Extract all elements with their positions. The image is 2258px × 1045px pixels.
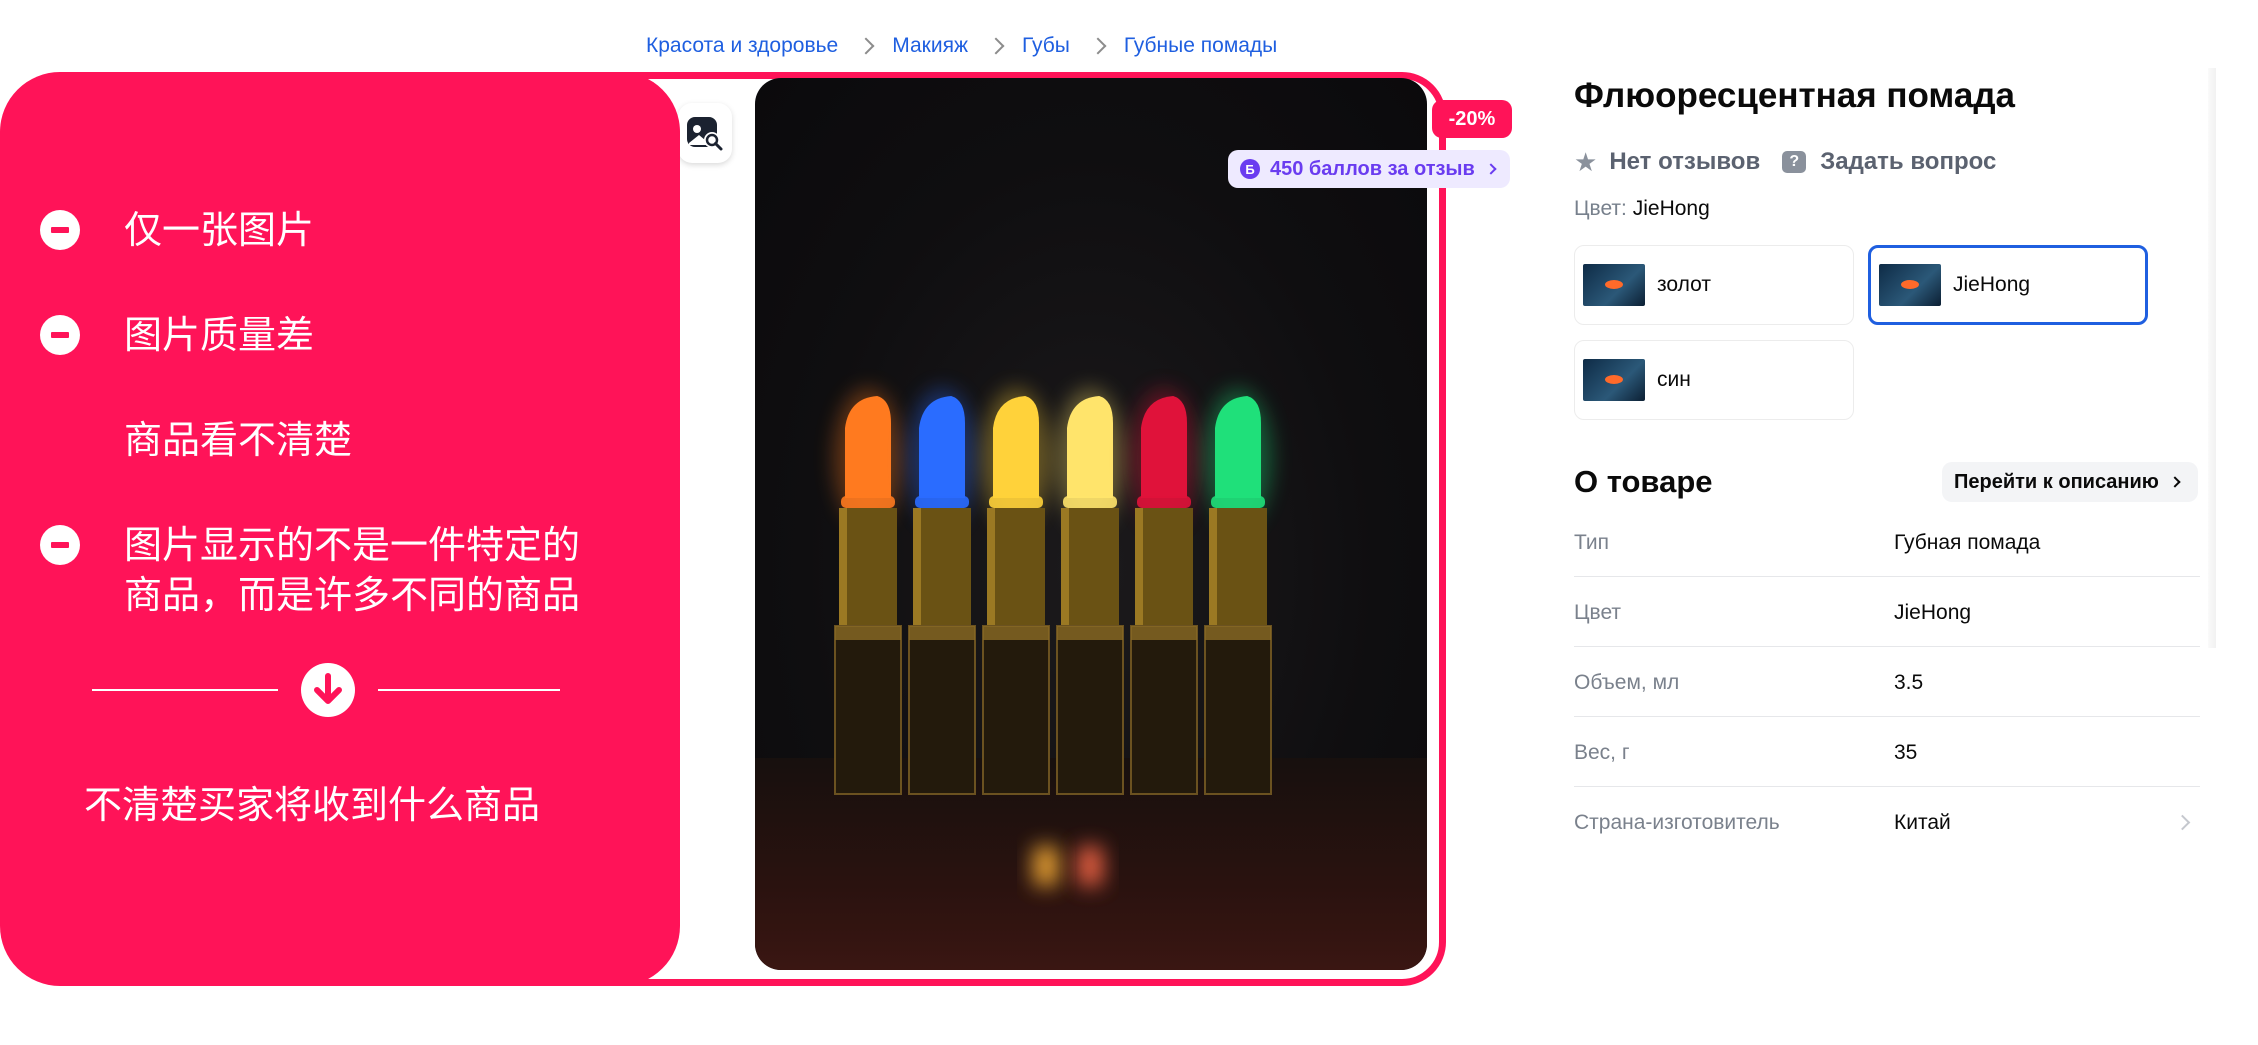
issue-text: 仅一张图片 [124, 208, 315, 252]
property-value: 35 [1894, 741, 1918, 764]
property-value: Китай [1894, 811, 1951, 834]
minus-circle-icon [40, 315, 80, 355]
annotation-conclusion: 不清楚买家将收到什么商品 [84, 783, 541, 827]
chevron-right-icon [2169, 476, 2181, 488]
go-to-description-label: Перейти к описанию [1954, 470, 2159, 493]
chevron-right-icon [857, 37, 875, 55]
review-bonus-badge[interactable]: Б 450 баллов за отзыв [1228, 150, 1510, 188]
page-edge-shadow [2208, 68, 2216, 648]
color-label-key: Цвет: [1574, 197, 1627, 220]
reviews-link[interactable]: Нет отзывов [1609, 148, 1760, 176]
issue-item: 图片显示的不是一件特定的 商品，而是许多不同的商品 [40, 520, 580, 620]
arrow-down-circle-icon [301, 663, 355, 717]
swatch-label: син [1657, 368, 1691, 391]
question-icon: ? [1782, 151, 1807, 173]
go-to-description-button[interactable]: Перейти к описанию [1942, 462, 2198, 502]
lipstick [982, 388, 1050, 795]
swatch-label: JieHong [1953, 273, 2031, 296]
issue-text: 图片质量差 [124, 313, 315, 357]
property-key: Вес, г [1574, 741, 1630, 764]
lipstick-illustration [834, 388, 1272, 886]
lipstick-reflection [1077, 846, 1103, 886]
image-search-icon [687, 117, 723, 151]
swatch-thumbnail [1879, 264, 1941, 306]
breadcrumb-item-beauty[interactable]: Красота и здоровье [646, 34, 838, 58]
property-row: Вес, г 35 [1574, 717, 2200, 787]
swatch-thumbnail [1583, 359, 1645, 401]
chevron-right-icon [1089, 37, 1107, 55]
property-key: Страна-изготовитель [1574, 811, 1780, 834]
property-row: Тип Губная помада [1574, 507, 2200, 577]
minus-circle-icon [40, 525, 80, 565]
product-title: Флюоресцентная помада [1574, 76, 2016, 115]
color-label-value: JieHong [1632, 197, 1710, 220]
issue-text: 商品看不清楚 [124, 418, 353, 462]
lipstick [1130, 388, 1198, 795]
lipstick [834, 388, 902, 795]
issue-item: 仅一张图片 [40, 205, 314, 255]
property-row: Цвет JieHong [1574, 577, 2200, 647]
divider-line [92, 689, 278, 691]
bonus-text: 450 баллов за отзыв [1270, 157, 1475, 180]
issue-text-line: 图片显示的不是一件特定的 [124, 523, 581, 567]
chevron-right-icon [987, 37, 1005, 55]
breadcrumb: Красота и здоровье Макияж Губы Губные по… [646, 28, 1277, 64]
chevron-right-icon [1485, 163, 1497, 175]
swatch-thumbnail [1583, 264, 1645, 306]
minus-circle-icon [40, 210, 80, 250]
chevron-right-icon [2174, 814, 2191, 831]
property-value: JieHong [1894, 601, 1972, 624]
product-meta: ★ Нет отзывов ? Задать вопрос [1574, 144, 1996, 180]
issue-text-block: 图片显示的不是一件特定的 商品，而是许多不同的商品 [124, 520, 580, 620]
swatch-label: золот [1657, 273, 1711, 296]
issue-item: 商品看不清楚 [40, 415, 352, 465]
property-row-country[interactable]: Страна-изготовитель Китай [1574, 787, 2200, 857]
lipstick-reflection [1033, 846, 1059, 886]
issue-item: 图片质量差 [40, 310, 314, 360]
property-key: Тип [1574, 531, 1610, 554]
color-swatch-jiehong[interactable]: JieHong [1868, 245, 2148, 325]
star-icon: ★ [1574, 146, 1598, 177]
divider-line [378, 689, 560, 691]
product-photo[interactable] [755, 78, 1427, 970]
property-value: 3.5 [1894, 671, 1924, 694]
color-swatch-gold[interactable]: золот [1574, 245, 1854, 325]
ask-question-link[interactable]: Задать вопрос [1820, 148, 1996, 176]
issue-text-line: 商品，而是许多不同的商品 [124, 573, 581, 617]
property-key: Объем, мл [1574, 671, 1680, 694]
bonus-points-icon: Б [1240, 159, 1260, 179]
lipstick [1204, 388, 1272, 795]
property-row: Объем, мл 3.5 [1574, 647, 2200, 717]
property-key: Цвет [1574, 601, 1622, 624]
gallery-thumbnail-strip [680, 82, 755, 977]
property-value: Губная помада [1894, 531, 2041, 554]
color-label: Цвет: JieHong [1574, 197, 1710, 221]
discount-badge: -20% [1432, 100, 1512, 138]
breadcrumb-item-makeup[interactable]: Макияж [892, 34, 968, 58]
about-heading: О товаре [1574, 464, 1713, 499]
breadcrumb-item-lips[interactable]: Губы [1022, 34, 1070, 58]
lipstick [1056, 388, 1124, 795]
image-search-button[interactable] [678, 103, 732, 163]
color-swatch-blue[interactable]: син [1574, 340, 1854, 420]
breadcrumb-item-lipsticks[interactable]: Губные помады [1124, 34, 1277, 58]
lipstick [908, 388, 976, 795]
